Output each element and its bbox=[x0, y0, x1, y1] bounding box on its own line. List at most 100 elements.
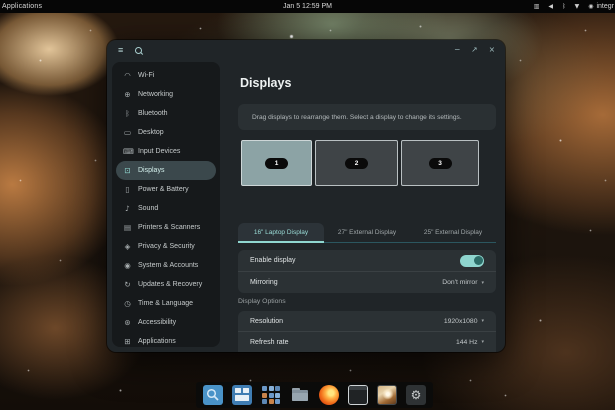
tab-laptop-display[interactable]: 16" Laptop Display bbox=[238, 223, 324, 243]
search-icon[interactable] bbox=[135, 46, 143, 55]
grid-dot bbox=[262, 392, 267, 398]
top-bar: Applications Jan 5 12:59 PM ▥ ◀ ᛒ ▼ ◉ in… bbox=[0, 0, 615, 13]
search-handle bbox=[139, 51, 143, 55]
display-thumbnail-2[interactable]: 2 bbox=[315, 140, 398, 186]
sidebar-item-power-battery[interactable]: ▯ Power & Battery bbox=[116, 180, 216, 199]
resolution-dropdown[interactable]: 1920x1080 ▾ bbox=[444, 318, 484, 325]
sidebar-item-applications[interactable]: ⊞ Applications bbox=[116, 332, 216, 351]
sidebar-item-desktop[interactable]: ▭ Desktop bbox=[116, 123, 216, 142]
user-label: integr bbox=[596, 3, 614, 10]
desktop: Applications Jan 5 12:59 PM ▥ ◀ ᛒ ▼ ◉ in… bbox=[0, 0, 615, 410]
firefox-icon[interactable] bbox=[319, 385, 339, 405]
sidebar-item-input-devices[interactable]: ⌨ Input Devices bbox=[116, 142, 216, 161]
search-tool-icon[interactable] bbox=[203, 385, 223, 405]
dock: ⚙ bbox=[196, 382, 433, 408]
input-source-icon[interactable]: ▥ bbox=[534, 3, 540, 10]
image-viewer-icon[interactable] bbox=[377, 385, 397, 405]
resolution-label: Resolution bbox=[250, 317, 284, 325]
arrangement-hint-text: Drag displays to rearrange them. Select … bbox=[252, 113, 462, 121]
sidebar-item-label: Time & Language bbox=[138, 300, 193, 307]
grid-dot bbox=[275, 399, 280, 404]
display-tabs: 16" Laptop Display 27" External Display … bbox=[238, 223, 496, 243]
enable-display-toggle[interactable] bbox=[460, 254, 484, 267]
display-options-card: Resolution 1920x1080 ▾ Refresh rate 144 … bbox=[238, 311, 496, 352]
refresh-rate-value: 144 Hz bbox=[455, 338, 478, 346]
grid-dot bbox=[268, 386, 274, 391]
user-icon: ◉ bbox=[124, 261, 131, 270]
section-label: Display Options bbox=[238, 298, 286, 305]
grid-dot bbox=[262, 386, 267, 391]
settings-icon[interactable]: ⚙ bbox=[406, 385, 426, 405]
sidebar-item-label: Accessibility bbox=[138, 319, 177, 326]
mirroring-row: Mirroring Don't mirror ▾ bbox=[238, 271, 496, 293]
sidebar-item-updates[interactable]: ↻ Updates & Recovery bbox=[116, 275, 216, 294]
menu-icon[interactable]: ≡ bbox=[118, 45, 123, 55]
display-thumbnail-3[interactable]: 3 bbox=[401, 140, 479, 186]
sidebar-item-privacy[interactable]: ◈ Privacy & Security bbox=[116, 237, 216, 256]
window-manager-icon[interactable] bbox=[232, 385, 252, 405]
maximize-button[interactable]: ↗ bbox=[471, 46, 477, 54]
display-icon: ⊡ bbox=[124, 166, 131, 175]
enable-display-row: Enable display bbox=[238, 250, 496, 271]
sidebar-item-accessibility[interactable]: ⊛ Accessibility bbox=[116, 313, 216, 332]
window-glyph bbox=[235, 395, 249, 401]
chevron-down-icon: ▾ bbox=[481, 339, 484, 345]
files-icon[interactable] bbox=[290, 385, 310, 405]
network-icon: ⊕ bbox=[124, 90, 131, 99]
sidebar: ◠ Wi-Fi ⊕ Networking ᛒ Bluetooth ▭ Deskt… bbox=[112, 62, 220, 347]
resolution-value: 1920x1080 bbox=[443, 317, 478, 325]
sidebar-item-sound[interactable]: ♪ Sound bbox=[116, 199, 216, 218]
grid-dot bbox=[275, 386, 280, 391]
display-number-badge: 1 bbox=[265, 157, 288, 169]
sidebar-item-label: Updates & Recovery bbox=[138, 281, 203, 288]
speaker-icon: ♪ bbox=[125, 204, 130, 213]
terminal-icon[interactable] bbox=[348, 385, 368, 405]
sidebar-item-wifi[interactable]: ◠ Wi-Fi bbox=[116, 66, 216, 85]
window-controls: − ↗ × bbox=[454, 40, 495, 60]
refresh-rate-dropdown[interactable]: 144 Hz ▾ bbox=[456, 339, 484, 346]
settings-window: ≡ − ↗ × ◠ Wi-Fi ⊕ Networking ᛒ Bluetooth… bbox=[107, 40, 505, 352]
grid-dot bbox=[268, 399, 274, 404]
sidebar-item-label: Displays bbox=[138, 167, 165, 174]
sidebar-item-networking[interactable]: ⊕ Networking bbox=[116, 85, 216, 104]
display-number-badge: 3 bbox=[428, 157, 452, 169]
applications-menu[interactable]: Applications bbox=[0, 3, 42, 10]
display-thumbnail-1[interactable]: 1 bbox=[241, 140, 312, 186]
chevron-down-icon: ▾ bbox=[481, 318, 484, 324]
arrangement-hint-card: Drag displays to rearrange them. Select … bbox=[238, 104, 496, 130]
user-menu[interactable]: ◉ integr bbox=[588, 3, 614, 10]
apps-grid-icon: ⊞ bbox=[124, 337, 131, 346]
wifi-icon[interactable]: ▼ bbox=[575, 3, 580, 10]
window-titlebar[interactable]: ≡ − ↗ × bbox=[107, 40, 505, 60]
displays-panel: Displays Drag displays to rearrange them… bbox=[225, 60, 505, 352]
minimize-button[interactable]: − bbox=[454, 46, 460, 54]
resolution-row: Resolution 1920x1080 ▾ bbox=[238, 311, 496, 331]
grid-dot bbox=[275, 392, 280, 398]
clock[interactable]: Jan 5 12:59 PM bbox=[283, 3, 332, 10]
close-button[interactable]: × bbox=[489, 46, 495, 54]
grid-dot bbox=[268, 392, 274, 398]
sidebar-item-displays[interactable]: ⊡ Displays bbox=[116, 161, 216, 180]
accessibility-icon: ⊛ bbox=[124, 318, 131, 327]
volume-icon[interactable]: ◀ bbox=[548, 3, 553, 10]
sidebar-item-time-language[interactable]: ◷ Time & Language bbox=[116, 294, 216, 313]
sidebar-item-label: Printers & Scanners bbox=[138, 224, 201, 231]
mirroring-dropdown[interactable]: Don't mirror ▾ bbox=[442, 279, 484, 286]
update-icon: ↻ bbox=[124, 280, 131, 289]
mirroring-value: Don't mirror bbox=[442, 279, 478, 286]
refresh-rate-label: Refresh rate bbox=[250, 338, 289, 346]
window-glyph bbox=[243, 388, 249, 393]
tab-external-display-25[interactable]: 25" External Display bbox=[410, 223, 496, 242]
magnifier-glyph bbox=[206, 388, 219, 401]
sidebar-item-bluetooth[interactable]: ᛒ Bluetooth bbox=[116, 104, 216, 123]
app-grid-icon[interactable] bbox=[261, 385, 281, 405]
sidebar-item-label: Power & Battery bbox=[138, 186, 189, 193]
page-title: Displays bbox=[240, 76, 292, 90]
sidebar-item-printers[interactable]: ▤ Printers & Scanners bbox=[116, 218, 216, 237]
chevron-down-icon: ▾ bbox=[481, 279, 484, 286]
refresh-rate-row: Refresh rate 144 Hz ▾ bbox=[238, 331, 496, 352]
bluetooth-icon[interactable]: ᛒ bbox=[562, 3, 566, 10]
tab-external-display-27[interactable]: 27" External Display bbox=[324, 223, 410, 242]
sidebar-item-system-accounts[interactable]: ◉ System & Accounts bbox=[116, 256, 216, 275]
grid-dot bbox=[262, 399, 267, 404]
